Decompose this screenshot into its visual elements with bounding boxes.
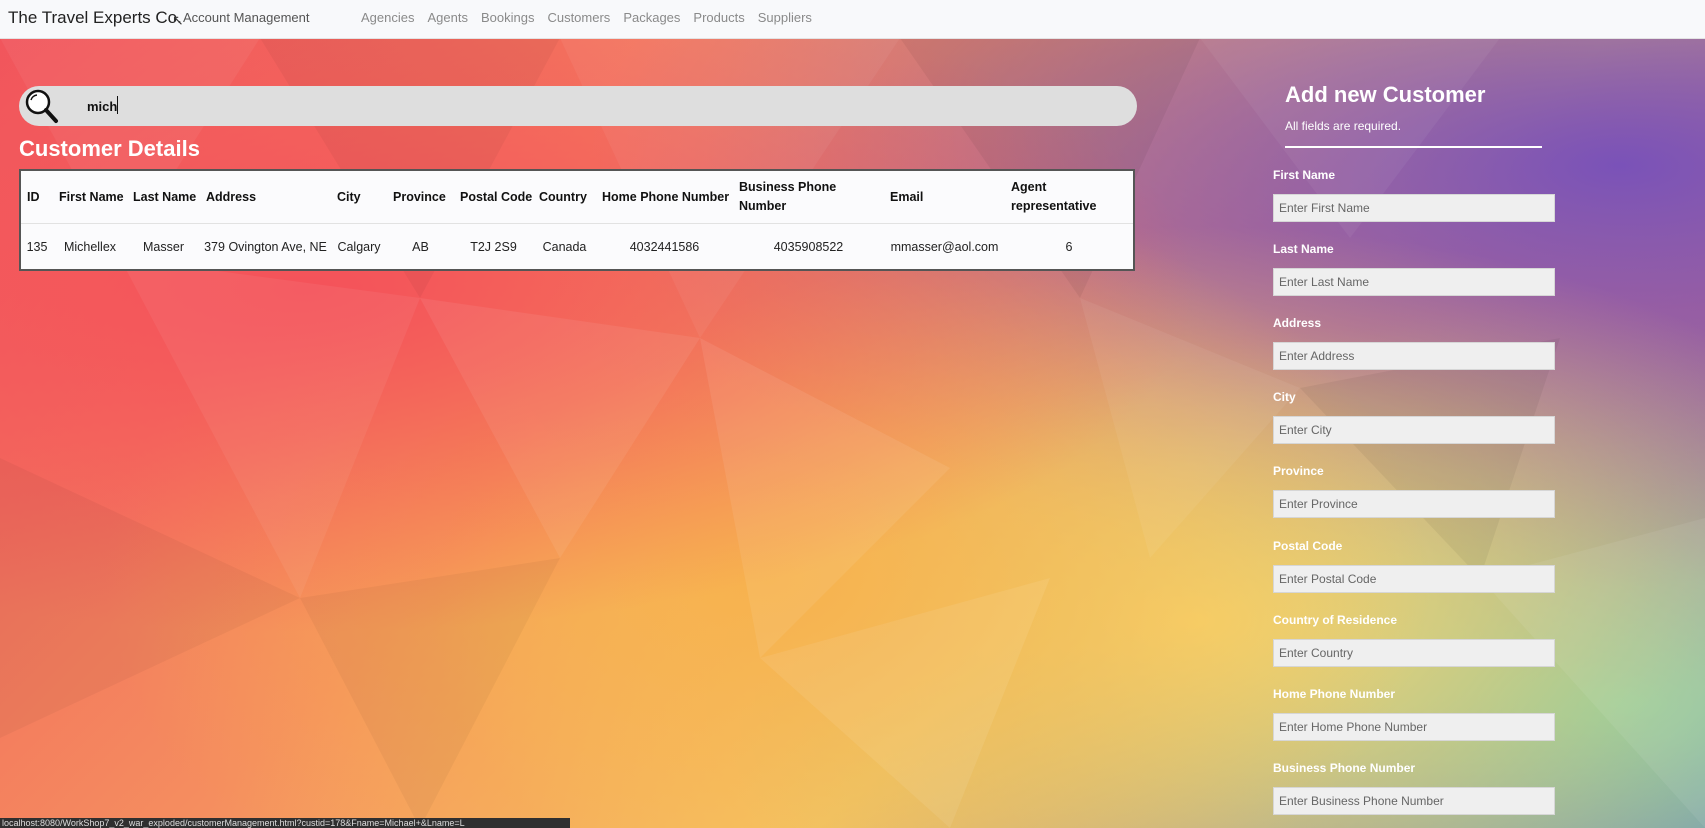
form-divider — [1285, 146, 1542, 148]
search-icon[interactable] — [23, 88, 59, 124]
col-header-first-name: First Name — [59, 189, 124, 204]
col-header-last-name: Last Name — [133, 189, 197, 204]
status-bar-url: localhost:8080/WorkShop7_v2_war_exploded… — [0, 818, 570, 828]
last-name-field[interactable] — [1273, 268, 1555, 296]
cell-province: AB — [387, 223, 454, 270]
col-header-business-phone: Business Phone Number — [739, 180, 837, 213]
mouse-cursor-icon: ↖ — [172, 12, 184, 28]
text-caret — [117, 96, 118, 114]
cell-business-phone: 4035908522 — [733, 223, 884, 270]
col-header-postal-code: Postal Code — [460, 189, 533, 204]
postal-code-label: Postal Code — [1273, 539, 1343, 553]
form-subtitle: All fields are required. — [1285, 119, 1402, 133]
top-navbar: The Travel Experts Co. ↖ Account Managem… — [0, 0, 1705, 39]
table-header-row: ID First Name Last Name Address City Pro… — [21, 171, 1133, 224]
nav-bookings[interactable]: Bookings — [481, 10, 534, 25]
address-field[interactable] — [1273, 342, 1555, 370]
nav-links: Agencies Agents Bookings Customers Packa… — [361, 10, 812, 25]
city-field[interactable] — [1273, 416, 1555, 444]
col-header-city: City — [337, 189, 361, 204]
nav-agents[interactable]: Agents — [427, 10, 467, 25]
brand-link[interactable]: The Travel Experts Co. — [8, 8, 182, 28]
business-phone-field[interactable] — [1273, 787, 1555, 815]
search-bar[interactable] — [19, 86, 1137, 126]
cell-address: 379 Ovington Ave, NE — [200, 223, 331, 270]
col-header-agent: Agent representative — [1011, 180, 1097, 213]
province-label: Province — [1273, 464, 1324, 478]
nav-products[interactable]: Products — [693, 10, 744, 25]
cell-last-name: Masser — [127, 223, 200, 270]
cell-home-phone: 4032441586 — [596, 223, 733, 270]
customer-table: ID First Name Last Name Address City Pro… — [19, 169, 1135, 271]
customer-details-title: Customer Details — [19, 136, 200, 161]
country-field[interactable] — [1273, 639, 1555, 667]
table-row[interactable]: 135 Michellex Masser 379 Ovington Ave, N… — [21, 223, 1133, 270]
cell-postal-code: T2J 2S9 — [454, 223, 533, 270]
nav-suppliers[interactable]: Suppliers — [758, 10, 812, 25]
cell-email: mmasser@aol.com — [884, 223, 1005, 270]
first-name-field[interactable] — [1273, 194, 1555, 222]
cell-first-name: Michellex — [53, 223, 127, 270]
search-input[interactable] — [87, 96, 1087, 116]
home-phone-field[interactable] — [1273, 713, 1555, 741]
col-header-province: Province — [393, 189, 446, 204]
cell-id: 135 — [21, 223, 53, 270]
add-customer-title: Add new Customer — [1285, 82, 1486, 107]
col-header-home-phone: Home Phone Number — [602, 189, 730, 204]
city-label: City — [1273, 390, 1296, 404]
province-field[interactable] — [1273, 490, 1555, 518]
cell-city: Calgary — [331, 223, 387, 270]
col-header-id: ID — [27, 189, 40, 204]
col-header-country: Country — [539, 189, 587, 204]
nav-account-management[interactable]: Account Management — [183, 10, 309, 25]
business-phone-label: Business Phone Number — [1273, 761, 1416, 775]
nav-agencies[interactable]: Agencies — [361, 10, 414, 25]
postal-code-field[interactable] — [1273, 565, 1555, 593]
home-phone-label: Home Phone Number — [1273, 687, 1396, 701]
cell-agent: 6 — [1005, 223, 1133, 270]
last-name-label: Last Name — [1273, 242, 1334, 256]
nav-customers[interactable]: Customers — [547, 10, 610, 25]
first-name-label: First Name — [1273, 168, 1336, 182]
cell-country: Canada — [533, 223, 596, 270]
address-label: Address — [1273, 316, 1322, 330]
col-header-email: Email — [890, 189, 924, 204]
nav-packages[interactable]: Packages — [623, 10, 680, 25]
col-header-address: Address — [206, 189, 257, 204]
country-label: Country of Residence — [1273, 613, 1398, 627]
